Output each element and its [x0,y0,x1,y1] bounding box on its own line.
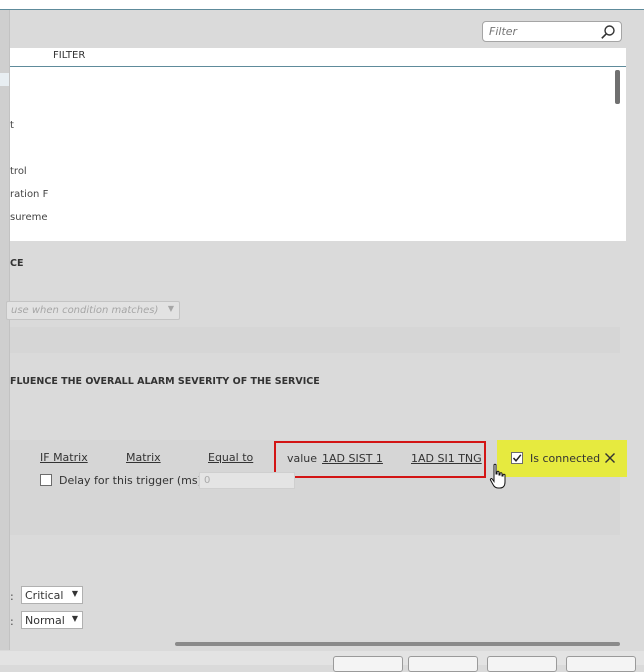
severity-label-partial: : [10,615,14,628]
filter-list: t trol ration F sureme [10,67,626,241]
checkmark-icon [512,454,522,462]
list-item[interactable]: ration F [10,189,48,200]
value-label: value [287,452,318,465]
close-icon[interactable] [604,452,616,464]
condition-row [10,327,620,353]
chevron-down-icon: ▼ [167,304,174,313]
action-dropdown[interactable]: use when condition matches) ▼ [6,301,180,320]
column-header-filter[interactable]: FILTER [53,50,85,61]
hand-cursor-icon [489,463,506,489]
list-scrollbar-thumb[interactable] [615,70,620,104]
trigger-element-link[interactable]: IF Matrix [40,451,88,464]
value-link-1[interactable]: 1AD SIST 1 [322,452,383,465]
action-dropdown-value: use when condition matches) [11,305,159,316]
list-column-header: FILTER [10,48,626,67]
value-link-2[interactable]: 1AD SI1 TNG [411,452,482,465]
severity-critical-value: Critical [25,589,64,602]
dialog-button[interactable] [487,656,557,672]
left-panel-selected-strip [0,73,9,86]
list-item[interactable]: t [10,120,14,131]
dialog-button[interactable] [408,656,478,672]
trigger-property-link[interactable]: Matrix [126,451,161,464]
dialog-button[interactable] [566,656,636,672]
severity-critical-dropdown[interactable]: Critical ▼ [21,586,83,604]
severity-label-partial: : [10,590,14,603]
severity-normal-dropdown[interactable]: Normal ▼ [21,611,83,629]
severity-normal-value: Normal [25,614,65,627]
window-top-edge [0,0,644,10]
chevron-down-icon: ▼ [71,614,78,623]
delay-checkbox[interactable] [40,474,52,486]
trigger-operator-link[interactable]: Equal to [208,451,253,464]
list-item[interactable]: trol [10,166,27,177]
delay-label: Delay for this trigger (ms): [59,474,206,487]
section-heading-ce: CE [10,258,24,269]
delay-input-value: 0 [204,475,211,486]
section-heading-severity: FLUENCE THE OVERALL ALARM SEVERITY OF TH… [10,376,320,387]
is-connected-checkbox[interactable] [511,452,523,464]
filter-search-box[interactable] [482,21,622,42]
is-connected-label: Is connected [530,452,601,465]
chevron-down-icon: ▼ [71,589,78,598]
delay-input[interactable]: 0 [199,472,295,489]
list-item[interactable]: sureme [10,212,48,223]
left-panel-edge [0,10,10,650]
search-icon[interactable] [600,24,616,40]
dialog-button[interactable] [333,656,403,672]
horizontal-scrollbar-thumb[interactable] [175,642,620,646]
filter-input[interactable] [489,25,599,38]
